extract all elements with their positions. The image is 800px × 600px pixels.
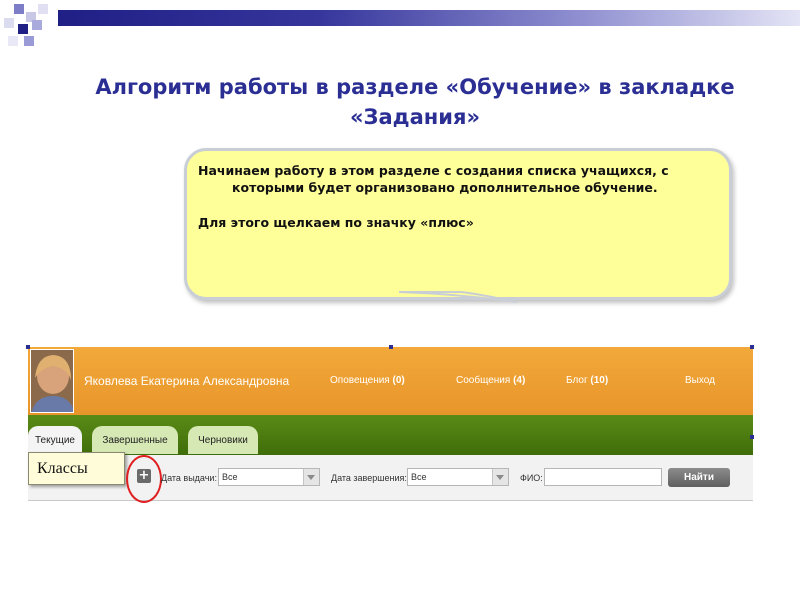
callout-paragraph-2: Для этого щелкаем по значку «плюс» bbox=[198, 215, 474, 230]
selection-handle[interactable] bbox=[389, 345, 393, 349]
end-date-label: Дата завершения: bbox=[331, 473, 407, 483]
decor-square bbox=[32, 20, 42, 30]
tab-completed-label: Завершенные bbox=[102, 434, 168, 446]
selection-handle[interactable] bbox=[26, 345, 30, 349]
nav-messages-count: (4) bbox=[513, 375, 526, 386]
instruction-callout: Начинаем работу в этом разделе с создани… bbox=[184, 148, 736, 308]
decor-square bbox=[14, 4, 24, 14]
nav-logout[interactable]: Выход bbox=[685, 375, 715, 386]
nav-blog[interactable]: Блог (10) bbox=[566, 375, 608, 386]
callout-text: Начинаем работу в этом разделе с создани… bbox=[198, 162, 718, 231]
nav-blog-label: Блог bbox=[566, 375, 588, 386]
nav-messages-label: Сообщения bbox=[456, 375, 511, 386]
decor-square bbox=[18, 24, 28, 34]
ui-screenshot: Яковлева Екатерина Александровна Оповеще… bbox=[26, 345, 754, 503]
decor-square bbox=[8, 36, 18, 46]
nav-logout-label: Выход bbox=[685, 375, 715, 386]
fio-label: ФИО: bbox=[520, 473, 543, 483]
issue-date-value: Все bbox=[222, 472, 238, 482]
nav-blog-count: (10) bbox=[590, 375, 609, 386]
nav-notifications-count: (0) bbox=[392, 375, 405, 386]
decor-square bbox=[38, 4, 48, 14]
nav-messages[interactable]: Сообщения (4) bbox=[456, 375, 525, 386]
tab-completed[interactable]: Завершенные bbox=[92, 426, 178, 454]
decor-square bbox=[4, 18, 14, 28]
tab-drafts[interactable]: Черновики bbox=[188, 426, 258, 454]
callout-paragraph-1: Начинаем работу в этом разделе с создани… bbox=[198, 163, 669, 195]
slide-title-line1: Алгоритм работы в разделе «Обучение» в з… bbox=[95, 75, 735, 99]
highlight-ring bbox=[126, 455, 162, 503]
nav-notifications[interactable]: Оповещения (0) bbox=[330, 375, 405, 386]
classes-label: Классы bbox=[28, 452, 125, 485]
issue-date-label: Дата выдачи: bbox=[161, 473, 217, 483]
header-gradient-bar bbox=[58, 10, 800, 26]
end-date-value: Все bbox=[411, 472, 427, 482]
callout-tail-icon bbox=[399, 291, 518, 303]
avatar bbox=[30, 349, 74, 413]
user-name: Яковлева Екатерина Александровна bbox=[84, 374, 290, 388]
tab-current-label: Текущие bbox=[35, 434, 75, 446]
dropdown-arrow-icon bbox=[492, 469, 508, 485]
slide-title: Алгоритм работы в разделе «Обучение» в з… bbox=[20, 72, 800, 132]
tab-current[interactable]: Текущие bbox=[28, 426, 82, 454]
decor-square bbox=[24, 36, 34, 46]
tab-drafts-label: Черновики bbox=[198, 434, 248, 446]
find-button[interactable]: Найти bbox=[668, 468, 730, 487]
end-date-select[interactable]: Все bbox=[407, 468, 509, 486]
nav-notifications-label: Оповещения bbox=[330, 375, 390, 386]
selection-handle[interactable] bbox=[750, 435, 754, 439]
issue-date-select[interactable]: Все bbox=[218, 468, 320, 486]
slide-title-line2: «Задания» bbox=[349, 105, 481, 129]
selection-handle[interactable] bbox=[750, 345, 754, 349]
fio-input[interactable] bbox=[544, 468, 662, 486]
dropdown-arrow-icon bbox=[303, 469, 319, 485]
